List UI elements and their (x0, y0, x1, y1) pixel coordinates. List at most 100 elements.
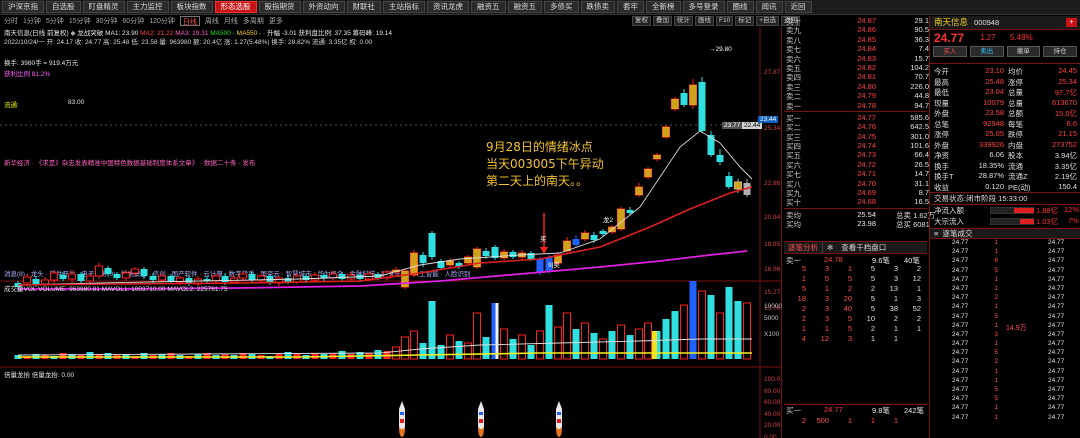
indicator-axis-tick: 100.0 (764, 376, 781, 383)
buy-order-row[interactable]: 买八 24.70 31.1 (784, 179, 929, 189)
candle-body (311, 274, 319, 281)
period-tab[interactable]: 30分钟 (96, 16, 118, 26)
buy-order-row[interactable]: 买四 24.74 101.6 (784, 141, 929, 151)
kline-chart-area[interactable]: 南天信息(日线 前复权) ◆ 龙战突破 MA1: 23.90 MA2: 21.2… (0, 27, 782, 438)
top-menu-item[interactable]: 闻讯 (755, 1, 783, 13)
position-button[interactable]: 持仓 (1043, 46, 1077, 57)
rocket-nose (399, 401, 405, 409)
sell-order-row[interactable]: 卖一 24.78 94.7 (784, 101, 929, 111)
top-menu-item[interactable]: 形态选股 (214, 1, 257, 13)
top-menu-item[interactable]: 融资五 (507, 1, 542, 13)
period-tab[interactable]: 分时 (4, 16, 18, 26)
period-tab[interactable]: 多周期 (243, 16, 264, 26)
period-tab[interactable]: 月线 (224, 16, 238, 26)
top-menu-item[interactable]: 近回 (784, 1, 812, 13)
period-tab[interactable]: 15分钟 (69, 16, 91, 26)
sell-order-row[interactable]: 卖四 24.81 70.7 (784, 72, 929, 82)
period-tab[interactable]: 日线 (179, 16, 200, 26)
sell-order-row[interactable]: 卖二 24.79 44.8 (784, 91, 929, 101)
detail-cell: 5 (801, 264, 806, 274)
buy-order-row[interactable]: 买六 24.72 26.5 (784, 160, 929, 170)
cancel-order-button[interactable]: 撤单 (1006, 46, 1041, 57)
top-menu-item[interactable]: 沪深京指 (2, 1, 44, 13)
trade-row: 24.77 1 24.77 (930, 248, 1080, 257)
buy-order-row[interactable]: 买三 24.75 301.0 (784, 132, 929, 142)
sell-order-row[interactable]: 卖五 24.82 104.2 (784, 63, 929, 73)
period-tab[interactable]: 1分钟 (23, 16, 41, 26)
chart-tool-button[interactable]: 标记 (735, 16, 755, 26)
sell-order-row[interactable]: 卖九 24.86 90.5 (784, 25, 929, 35)
period-tab[interactable]: 60分钟 (122, 16, 144, 26)
chart-tool-button[interactable]: 复权 (632, 16, 651, 26)
period-tab[interactable]: 更多 (269, 16, 283, 26)
volume-bar (527, 345, 535, 359)
trade-price-side: 24.77 (1048, 284, 1065, 292)
buy-button[interactable]: 买入 (933, 46, 967, 57)
trade-volume: 5 (994, 386, 998, 393)
top-menu-item[interactable]: 资讯龙虎 (427, 1, 469, 13)
avg-sell-row: 卖均 25.54 总卖 1.62万 (786, 209, 936, 220)
top-menu-item[interactable]: 套牢 (617, 1, 644, 13)
tab-order-analysis[interactable]: 逐笔分析 (784, 242, 823, 253)
chart-tool-button[interactable]: 统计 (674, 16, 693, 26)
stat-row: 最低 23.04 总量 97.7亿 (930, 87, 1080, 98)
buy-order-row[interactable]: 买十 24.68 16.5 (784, 197, 929, 207)
detail-cell: 2 (870, 324, 875, 334)
top-menu-item[interactable]: 多债买 (544, 1, 579, 13)
add-watchlist-icon[interactable]: + (1066, 18, 1077, 27)
stat-key: 总额 (1008, 109, 1023, 118)
buy-order-row[interactable]: 买一 24.77 585.6 (784, 113, 929, 123)
trade-price-side: 24.77 (1048, 312, 1065, 320)
top-menu-item[interactable]: 融资五 (471, 1, 506, 13)
chart-tool-button[interactable]: 画线 (695, 16, 714, 26)
detail-cell: 1 (893, 334, 898, 344)
sell-order-row[interactable]: 卖十 24.87 29.1 (784, 16, 929, 26)
stat-key: 流通Z (1008, 172, 1028, 181)
period-tab[interactable]: 周线 (205, 16, 219, 26)
top-menu-item[interactable]: 盯盘精灵 (82, 1, 125, 13)
period-tab[interactable]: 120分钟 (149, 16, 175, 26)
chart-tool-button[interactable]: +自选 (756, 16, 779, 26)
trade-side-volume: 14.9万 (1006, 325, 1027, 332)
top-menu-item[interactable]: 全新榜 (646, 1, 681, 13)
buy-order-row[interactable]: 买二 24.76 642.5 (784, 122, 929, 132)
top-menu-item[interactable]: 主力监控 (126, 1, 169, 13)
trade-row: 24.77 1 24.77 (930, 276, 1080, 285)
buy-order-row[interactable]: 买七 24.71 14.7 (784, 169, 929, 179)
menu-icon[interactable]: ≡ (930, 229, 938, 238)
volume-bar (536, 330, 544, 360)
buy-order-row[interactable]: 买九 24.69 8.7 (784, 188, 929, 198)
price-change-pct: 5.48% (1010, 33, 1033, 42)
trades-title[interactable]: 逐笔成交 (940, 229, 972, 238)
top-menu-item[interactable]: 自选股 (46, 1, 81, 13)
top-menu-item[interactable]: 财联社 (346, 1, 381, 13)
sell-button[interactable]: 卖出 (969, 46, 1004, 57)
top-menu-item[interactable]: 圈线 (726, 1, 754, 13)
top-menu-item[interactable]: 板块指数 (170, 1, 213, 13)
volume-bar (428, 301, 436, 359)
period-tab[interactable]: 5分钟 (46, 16, 64, 26)
sell-order-row[interactable]: 卖八 24.85 36.3 (784, 35, 929, 45)
detail-cell: 10 (866, 314, 875, 324)
sell-order-row[interactable]: 卖七 24.84 7.4 (784, 44, 929, 54)
detail-cell: 1 (893, 324, 898, 334)
top-menu-item[interactable]: 外资动向 (302, 1, 345, 13)
sell-order-row[interactable]: 卖三 24.80 226.0 (784, 82, 929, 92)
volume-bar (545, 305, 553, 359)
sell-price: 24.79 (857, 91, 876, 101)
trading-status: 交易状态:闭市阶段 15:33:00 (934, 194, 1028, 203)
buy-orders: 买一 24.77 585.6 买二 24.76 642.5 买三 24.75 301.0 买四 24… (784, 113, 929, 208)
chart-tool-button[interactable]: F10 (716, 16, 734, 26)
buy-order-row[interactable]: 买五 24.73 66.4 (784, 150, 929, 160)
top-menu-item[interactable]: 主站指标 (383, 1, 425, 13)
top-menu-item[interactable]: 股指期货 (258, 1, 301, 13)
trade-price-side: 24.77 (1048, 248, 1065, 256)
top-menu-item[interactable]: 跌债卖 (580, 1, 615, 13)
trades-list[interactable]: 24.77 1 24.77 24.77 1 24.77 24.77 6 24.77 24.77 5 2… (930, 239, 1080, 423)
gear-icon[interactable]: ✻ (823, 242, 837, 253)
tab-thousand-book[interactable]: 查看千档盘口 (837, 242, 890, 253)
trade-price-side: 24.77 (1048, 404, 1065, 412)
chart-tool-button[interactable]: 叠加 (653, 16, 672, 26)
top-menu-item[interactable]: 多号登录 (682, 1, 725, 13)
sell-order-row[interactable]: 卖六 24.83 15.7 (784, 54, 929, 64)
